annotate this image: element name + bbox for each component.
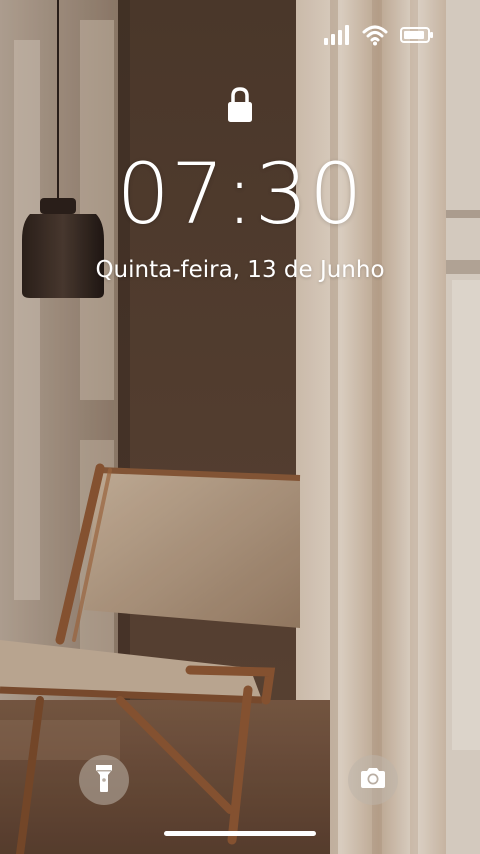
battery-icon	[400, 26, 434, 44]
flashlight-icon	[93, 763, 115, 798]
cellular-signal-icon	[324, 25, 350, 45]
lock-icon	[227, 86, 253, 124]
camera-button[interactable]	[348, 755, 398, 805]
status-bar	[324, 24, 434, 46]
flashlight-button[interactable]	[79, 755, 129, 805]
lock-screen-date: Quinta-feira, 13 de Junho	[95, 257, 385, 283]
camera-icon	[359, 767, 387, 794]
wifi-icon	[362, 24, 388, 46]
home-indicator[interactable]	[164, 831, 316, 836]
wallpaper-image	[0, 0, 480, 854]
lock-screen: 07:30 Quinta-feira, 13 de Junho	[0, 0, 480, 854]
lock-screen-time: 07:30	[116, 145, 364, 243]
